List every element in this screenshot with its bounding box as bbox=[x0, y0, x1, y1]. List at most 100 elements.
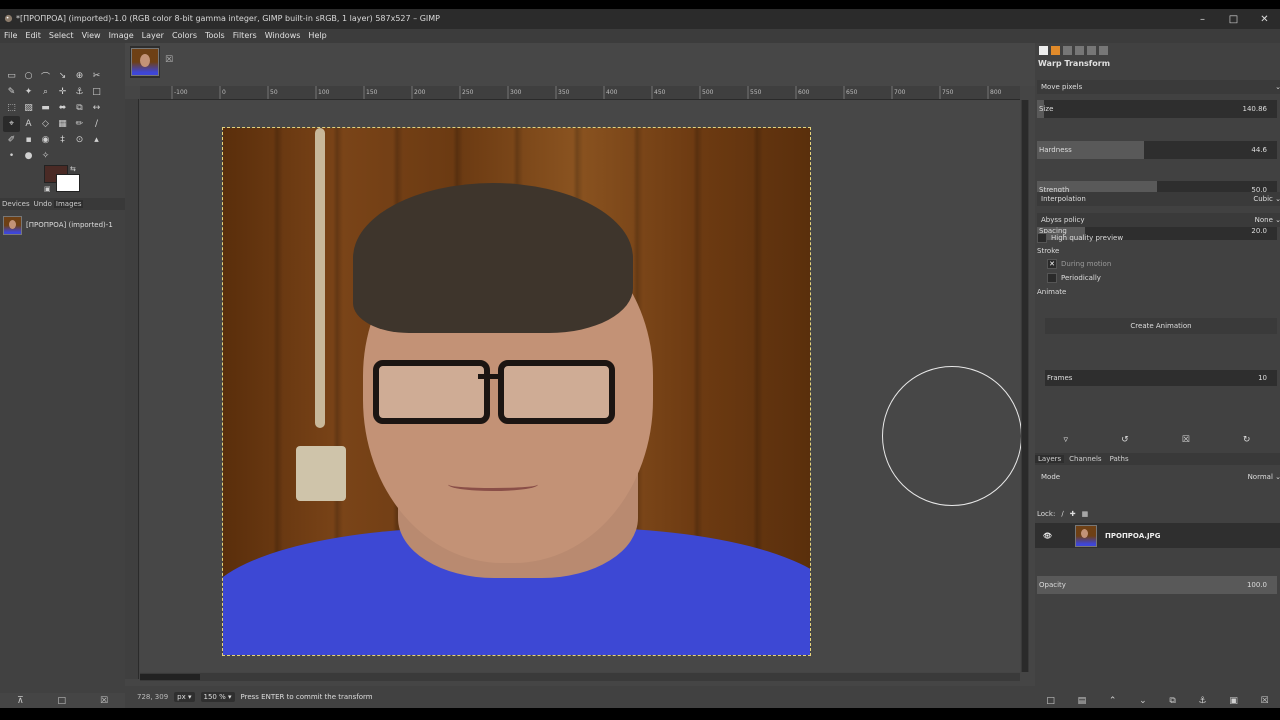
brushes-tab-icon[interactable] bbox=[1075, 45, 1084, 55]
tool-button-icon[interactable]: ↘ bbox=[54, 68, 71, 84]
periodically-option[interactable]: Periodically bbox=[1047, 273, 1280, 283]
tool-button-icon[interactable]: ● bbox=[20, 148, 37, 164]
interpolation-dropdown[interactable]: Interpolation Cubic ⌄ bbox=[1037, 192, 1280, 206]
undo-tab-icon[interactable] bbox=[1063, 45, 1072, 55]
delete-options-icon[interactable]: ☒ bbox=[1182, 435, 1190, 445]
menu-layer[interactable]: Layer bbox=[138, 29, 168, 43]
tool-button-icon[interactable]: ✐ bbox=[3, 132, 20, 148]
lock-position-icon[interactable]: ✚ bbox=[1070, 510, 1076, 518]
tool-button-icon[interactable]: ✎ bbox=[3, 84, 20, 100]
swap-colors-icon[interactable]: ⇆ bbox=[70, 165, 76, 173]
anchor-layer-icon[interactable]: ⚓ bbox=[1199, 696, 1207, 706]
image-list-item[interactable]: [ПРОПРОА] (imported)-1 bbox=[3, 215, 121, 235]
tool-button-icon[interactable]: ⊙ bbox=[71, 132, 88, 148]
reset-options-icon[interactable]: ↻ bbox=[1243, 435, 1251, 445]
tool-button-icon[interactable]: ⌕ bbox=[37, 84, 54, 100]
opacity-slider[interactable]: Opacity 100.0 bbox=[1037, 576, 1277, 594]
tool-button-icon[interactable]: ✧ bbox=[37, 148, 54, 164]
menu-windows[interactable]: Windows bbox=[261, 29, 305, 43]
tool-button-icon[interactable]: ○ bbox=[20, 68, 37, 84]
save-options-icon[interactable]: ▿ bbox=[1064, 435, 1069, 445]
create-animation-button[interactable]: Create Animation bbox=[1045, 318, 1277, 334]
tab-devices[interactable]: Devices bbox=[0, 200, 32, 208]
new-display-icon[interactable]: □ bbox=[58, 696, 67, 706]
tool-button-icon[interactable]: • bbox=[3, 148, 20, 164]
lock-pixels-icon[interactable]: ∕ bbox=[1061, 510, 1063, 518]
minimize-button[interactable]: – bbox=[1187, 9, 1218, 29]
abyss-policy-dropdown[interactable]: Abyss policy None ⌄ bbox=[1037, 213, 1280, 227]
image-canvas[interactable] bbox=[140, 100, 1022, 672]
delete-icon[interactable]: ☒ bbox=[100, 696, 108, 706]
tool-button-icon[interactable]: ◇ bbox=[37, 116, 54, 132]
menu-select[interactable]: Select bbox=[45, 29, 78, 43]
background-color[interactable] bbox=[56, 174, 80, 192]
close-window-button[interactable]: ✕ bbox=[1249, 9, 1280, 29]
tool-button-icon[interactable]: ✦ bbox=[20, 84, 37, 100]
vertical-scrollbar[interactable] bbox=[1021, 100, 1029, 672]
tool-button-icon[interactable]: ⌖ bbox=[3, 116, 20, 132]
tab-undo[interactable]: Undo bbox=[32, 200, 54, 208]
unit-select[interactable]: px ▾ bbox=[174, 692, 195, 702]
layer-row[interactable]: 👁 ПРОПРОА.JPG bbox=[1035, 523, 1280, 548]
tool-button-icon[interactable]: ▭ bbox=[3, 68, 20, 84]
tool-options-tab-icon[interactable] bbox=[1039, 45, 1048, 55]
tab-layers[interactable]: Layers bbox=[1035, 455, 1065, 463]
new-layer-icon[interactable]: □ bbox=[1046, 696, 1055, 706]
tool-button-icon[interactable]: A bbox=[20, 116, 37, 132]
menu-tools[interactable]: Tools bbox=[201, 29, 229, 43]
tool-button-icon[interactable]: ▬ bbox=[37, 100, 54, 116]
warp-mode-dropdown[interactable]: Move pixels ⌄ bbox=[1037, 80, 1280, 94]
mask-layer-icon[interactable]: ▣ bbox=[1229, 696, 1238, 706]
tool-button-icon[interactable]: ⊕ bbox=[71, 68, 88, 84]
reset-colors-icon[interactable]: ▣ bbox=[44, 185, 51, 193]
close-tab-icon[interactable]: ☒ bbox=[165, 55, 173, 65]
vertical-scroll-thumb[interactable] bbox=[1022, 100, 1028, 672]
device-status-tab-icon[interactable] bbox=[1051, 45, 1060, 55]
tool-button-icon[interactable]: ⚓ bbox=[71, 84, 88, 100]
tool-button-icon[interactable]: ✏ bbox=[71, 116, 88, 132]
duplicate-layer-icon[interactable]: ⧉ bbox=[1169, 696, 1175, 706]
images-tab-icon[interactable] bbox=[1099, 45, 1108, 55]
tool-button-icon[interactable]: ▧ bbox=[20, 100, 37, 116]
patterns-tab-icon[interactable] bbox=[1087, 45, 1096, 55]
hardness-slider[interactable]: Hardness 44.6 bbox=[1037, 141, 1277, 159]
zoom-select[interactable]: 150 % ▾ bbox=[200, 692, 235, 702]
tool-button-icon[interactable]: ✂ bbox=[88, 68, 105, 84]
tool-button-icon[interactable]: ▦ bbox=[54, 116, 71, 132]
raise-icon[interactable]: ⊼ bbox=[17, 696, 24, 706]
image-tab[interactable] bbox=[130, 46, 160, 78]
tool-button-icon[interactable]: □ bbox=[88, 84, 105, 100]
horizontal-scroll-thumb[interactable] bbox=[140, 674, 200, 680]
hq-preview-option[interactable]: High quality preview bbox=[1037, 233, 1277, 243]
size-slider[interactable]: Size 140.86 bbox=[1037, 100, 1277, 118]
tool-button-icon[interactable]: ∕ bbox=[88, 116, 105, 132]
menu-edit[interactable]: Edit bbox=[21, 29, 45, 43]
menu-image[interactable]: Image bbox=[105, 29, 138, 43]
tool-button-icon[interactable]: ▴ bbox=[88, 132, 105, 148]
tool-button-icon[interactable]: ⬚ bbox=[3, 100, 20, 116]
menu-filters[interactable]: Filters bbox=[229, 29, 261, 43]
eye-visibility-icon[interactable]: 👁 bbox=[1043, 532, 1052, 540]
during-motion-checkbox[interactable]: ✕ bbox=[1047, 259, 1057, 269]
horizontal-scrollbar[interactable] bbox=[140, 673, 1020, 681]
tool-button-icon[interactable]: ⬌ bbox=[54, 100, 71, 116]
restore-options-icon[interactable]: ↺ bbox=[1121, 435, 1129, 445]
maximize-button[interactable]: □ bbox=[1218, 9, 1249, 29]
new-layer-group-icon[interactable]: ▤ bbox=[1078, 696, 1087, 706]
menu-file[interactable]: File bbox=[0, 29, 21, 43]
tab-channels[interactable]: Channels bbox=[1066, 455, 1104, 463]
frames-spin[interactable]: Frames 10 bbox=[1045, 370, 1277, 386]
layer-mode-row[interactable]: Mode Normal ⌄ bbox=[1037, 470, 1280, 484]
tab-paths[interactable]: Paths bbox=[1107, 455, 1132, 463]
raise-layer-icon[interactable]: ⌃ bbox=[1109, 696, 1117, 706]
vertical-ruler[interactable] bbox=[125, 99, 139, 679]
horizontal-ruler[interactable]: -100 0 50 100 150 200 250 300 350 400 450 500 550 600… bbox=[140, 86, 1020, 100]
tool-button-icon[interactable]: ◉ bbox=[37, 132, 54, 148]
tool-button-icon[interactable]: ↔ bbox=[88, 100, 105, 116]
delete-layer-icon[interactable]: ☒ bbox=[1261, 696, 1269, 706]
tool-button-icon[interactable]: ✛ bbox=[54, 84, 71, 100]
menu-colors[interactable]: Colors bbox=[168, 29, 201, 43]
during-motion-option[interactable]: ✕ During motion bbox=[1047, 259, 1280, 269]
hq-preview-checkbox[interactable] bbox=[1037, 233, 1047, 243]
photo-layer-image[interactable] bbox=[222, 127, 811, 656]
